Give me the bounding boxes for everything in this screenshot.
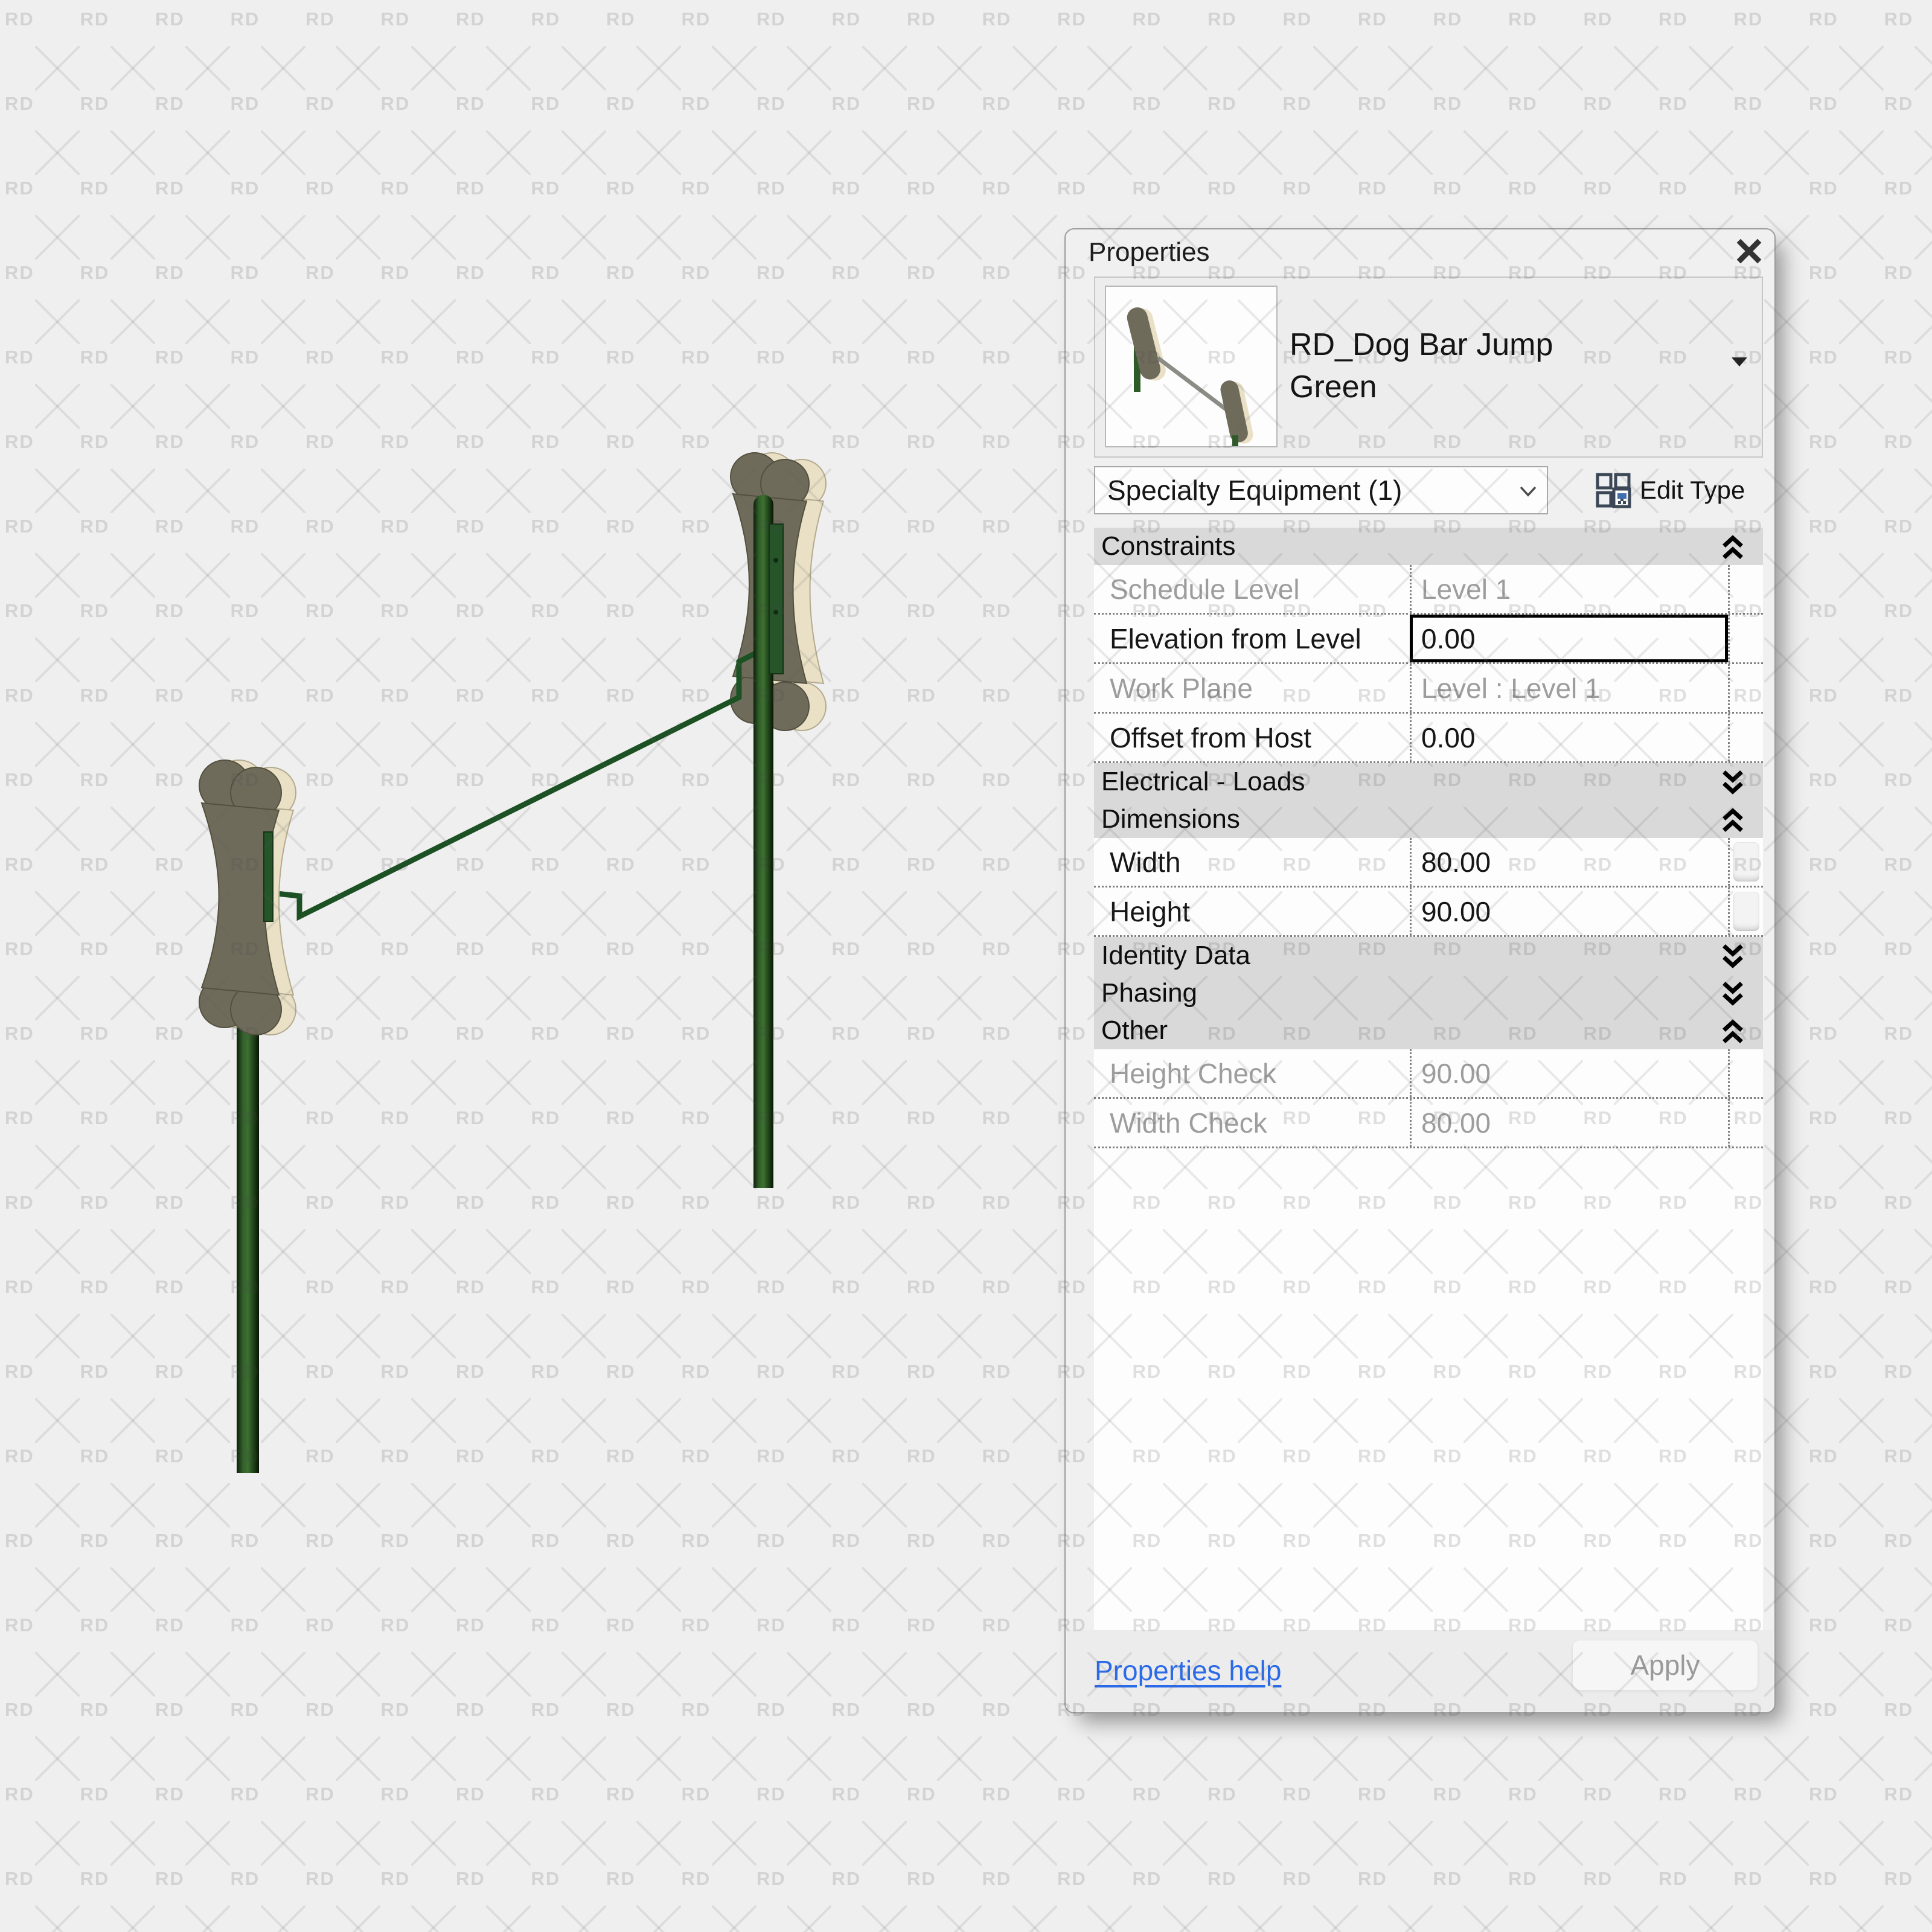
jump-bar [265,638,781,921]
right-bar-bracket [769,523,784,674]
type-dropdown-caret-icon[interactable] [1730,356,1748,367]
property-value: 90.00 [1410,1049,1728,1097]
property-label: Schedule Level [1110,573,1300,605]
edit-type-button[interactable]: Edit Type [1595,466,1745,514]
property-label: Offset from Host [1110,721,1312,753]
type-name-line2: Green [1290,369,1377,405]
collapse-section-icon [1722,1019,1743,1043]
property-label: Width Check [1110,1107,1267,1139]
section-header-identity-data[interactable]: Identity Data [1094,937,1763,974]
property-aux-cell [1728,838,1763,886]
left-bone-topper [199,760,296,1035]
property-grid: Constraints Schedule Level Level 1 Eleva… [1094,528,1763,1631]
property-row-work-plane: Work Plane Level : Level 1 [1094,664,1763,714]
section-header-constraints[interactable]: Constraints [1094,528,1763,565]
property-value-active-editor[interactable]: 0.00 [1410,615,1728,662]
property-value[interactable]: 90.00 [1410,888,1728,935]
property-row-height-check: Height Check 90.00 [1094,1049,1763,1099]
property-value: 80.00 [1410,1099,1728,1147]
property-row-width-check: Width Check 80.00 [1094,1099,1763,1148]
property-row-offset-from-host: Offset from Host 0.00 [1094,714,1763,763]
property-row-schedule-level: Schedule Level Level 1 [1094,565,1763,615]
property-aux-cell [1728,1049,1763,1097]
apply-button[interactable]: Apply [1572,1640,1758,1690]
palette-titlebar: Properties [1066,229,1774,275]
category-filter-combobox[interactable]: Specialty Equipment (1) [1094,466,1548,514]
thumb-left-bone [1127,307,1166,381]
left-bar-bracket [263,831,273,922]
edit-type-icon [1596,473,1631,508]
expand-section-icon [1722,944,1743,968]
edit-type-label: Edit Type [1640,476,1745,504]
property-row-width: Width 80.00 [1094,838,1763,888]
close-button[interactable] [1735,237,1764,266]
section-header-dimensions[interactable]: Dimensions [1094,801,1763,838]
property-label: Height Check [1110,1057,1277,1089]
properties-help-link[interactable]: Properties help [1095,1654,1281,1687]
selector-row: Specialty Equipment (1) Edit Type [1094,466,1763,514]
property-label: Elevation from Level [1110,622,1361,654]
type-preview-thumbnail [1105,286,1278,447]
collapse-section-icon [1722,808,1743,832]
type-selector[interactable]: RD_Dog Bar Jump Green [1094,277,1763,458]
section-header-phasing[interactable]: Phasing [1094,974,1763,1012]
category-filter-value: Specialty Equipment (1) [1107,475,1403,506]
property-label: Height [1110,895,1190,927]
property-aux-cell [1728,888,1763,935]
collapse-section-icon [1722,535,1743,559]
property-value[interactable]: 0.00 [1410,714,1728,761]
property-aux-cell [1728,1099,1763,1147]
associate-parameter-button[interactable] [1733,892,1759,931]
associate-parameter-button[interactable] [1733,842,1759,881]
type-name-line1: RD_Dog Bar Jump [1290,327,1553,362]
combo-chevron-down-icon [1520,486,1537,497]
revit-canvas: Properties RD_Dog Bar Jump Green Special… [0,0,1932,1932]
expand-section-icon [1722,982,1743,1006]
palette-title: Properties [1089,237,1210,267]
property-value: Level 1 [1410,565,1728,613]
palette-footer: Properties help Apply [1067,1630,1773,1711]
property-aux-cell [1728,565,1763,613]
section-header-other[interactable]: Other [1094,1012,1763,1049]
property-aux-cell [1728,664,1763,712]
property-value[interactable]: 80.00 [1410,838,1728,886]
section-header-electrical-loads[interactable]: Electrical - Loads [1094,763,1763,801]
thumb-right-post [1232,435,1238,446]
property-value: Level : Level 1 [1410,664,1728,712]
property-aux-cell [1728,714,1763,761]
close-icon [1736,238,1762,264]
properties-palette: Properties RD_Dog Bar Jump Green Special… [1064,228,1776,1713]
property-label: Work Plane [1110,672,1253,704]
property-row-height: Height 90.00 [1094,888,1763,937]
type-name: RD_Dog Bar Jump Green [1290,324,1553,408]
expand-section-icon [1722,770,1743,795]
property-aux-cell [1728,615,1763,662]
property-label: Width [1110,846,1181,878]
property-row-elevation-from-level: Elevation from Level 0.00 [1094,615,1763,664]
